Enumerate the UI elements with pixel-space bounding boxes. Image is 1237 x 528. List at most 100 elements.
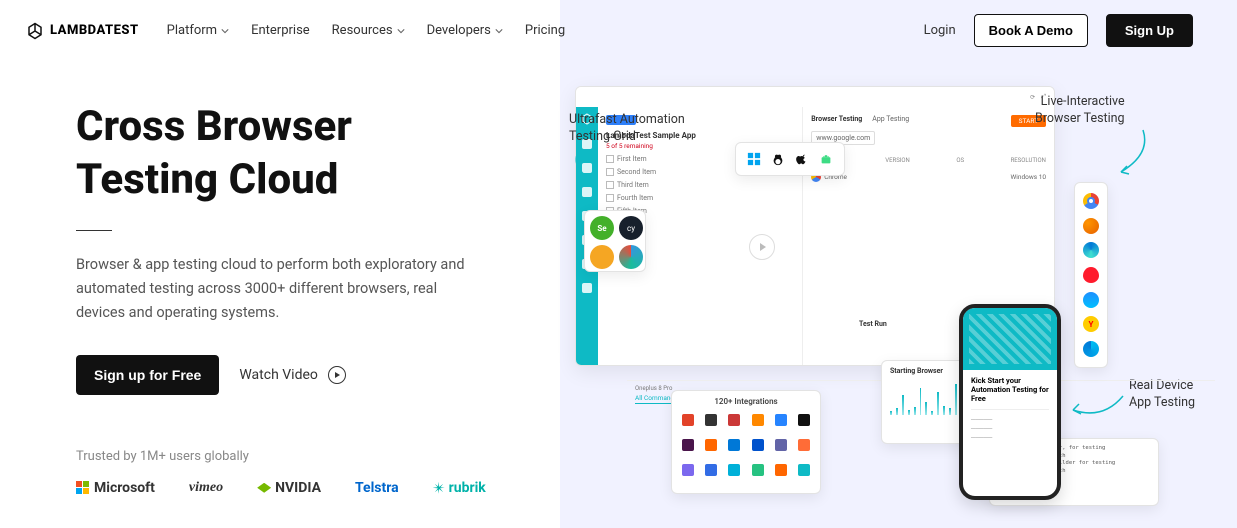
hero-title-line1: Cross Browser (76, 102, 352, 151)
watch-video-label: Watch Video (239, 367, 318, 383)
nav-pricing-label: Pricing (525, 23, 565, 38)
nvidia-label: NVIDIA (275, 480, 321, 496)
watch-video-button[interactable]: Watch Video (239, 366, 346, 384)
chart-bar (908, 410, 910, 415)
browser-strip-card (1074, 182, 1108, 368)
nav-enterprise[interactable]: Enterprise (251, 23, 310, 38)
logo-nvidia: NVIDIA (257, 480, 321, 496)
chart-bar (955, 384, 957, 415)
automation-tools-card (584, 210, 646, 272)
phone-row: ───── (971, 416, 1049, 423)
integrations-card: 120+ Integrations (671, 390, 821, 494)
microsoft-icon (76, 481, 89, 494)
arrow-icon (1113, 128, 1153, 178)
integration-icon (798, 414, 810, 426)
customer-logos-row: Microsoft vimeo NVIDIA Telstra rubrik (76, 480, 520, 496)
nvidia-icon (257, 483, 271, 493)
logo-rubrik: rubrik (433, 480, 486, 496)
callout-live-line2: Browser Testing (1035, 111, 1125, 126)
hero-divider (76, 230, 112, 231)
os-strip-card (735, 142, 845, 176)
brand-logo[interactable]: LAMBDATEST (26, 22, 139, 40)
signup-button[interactable]: Sign Up (1106, 14, 1193, 47)
list-item: Third Item (606, 181, 794, 189)
nav-developers-label: Developers (427, 23, 491, 38)
rubrik-label: rubrik (449, 480, 486, 496)
integration-icon (775, 439, 787, 451)
book-demo-button[interactable]: Book A Demo (974, 14, 1088, 47)
phone-hero-image (963, 308, 1057, 370)
nav-enterprise-label: Enterprise (251, 23, 310, 38)
nav-platform-label: Platform (167, 23, 217, 38)
tool-icon (590, 245, 614, 269)
window-toolbar: ⟳⤢ (576, 87, 1054, 107)
chart-bar (896, 408, 898, 415)
integration-icon (775, 414, 787, 426)
safari-icon (1083, 292, 1099, 308)
hero-section: Cross Browser Testing Cloud Browser & ap… (0, 61, 520, 496)
logo-microsoft: Microsoft (76, 480, 155, 496)
yandex-icon (1083, 316, 1099, 332)
chart-bar (902, 395, 904, 415)
hero-description: Browser & app testing cloud to perform b… (76, 253, 476, 325)
chart-bar (943, 406, 945, 415)
col-os: OS (956, 157, 964, 164)
sidebar-icon (582, 187, 592, 197)
chart-bar (949, 408, 951, 415)
auth-actions: Login Book A Demo Sign Up (924, 14, 1193, 47)
col-version: VERSION (885, 157, 910, 164)
integration-icon (682, 414, 694, 426)
apple-icon (795, 152, 809, 166)
firefox-icon (1083, 218, 1099, 234)
integration-icon (752, 414, 764, 426)
chart-bar (925, 402, 927, 416)
nav-pricing[interactable]: Pricing (525, 23, 565, 38)
nav-resources[interactable]: Resources (332, 23, 405, 38)
chevron-down-icon (397, 27, 405, 35)
chart-bar (931, 411, 933, 415)
linux-icon (771, 152, 785, 166)
hero-cta-row: Sign up for Free Watch Video (76, 355, 520, 395)
integration-icon (775, 464, 787, 476)
phone-mockup: Kick Start your Automation Testing for F… (959, 304, 1061, 500)
test-run-label: Test Run (859, 320, 887, 328)
chevron-down-icon (495, 27, 503, 35)
signup-free-button[interactable]: Sign up for Free (76, 355, 219, 395)
integration-icon (728, 439, 740, 451)
logo-telstra: Telstra (355, 480, 399, 496)
callout-automation-line2: Testing Grid (569, 129, 636, 144)
integrations-grid (678, 410, 814, 480)
integration-icon (752, 439, 764, 451)
phone-row: ───── (971, 434, 1049, 441)
integration-icon (705, 439, 717, 451)
list-item: Fourth Item (606, 194, 794, 202)
cypress-icon (619, 216, 643, 240)
chart-bar (914, 407, 916, 415)
login-link[interactable]: Login (924, 23, 956, 38)
chart-bar (937, 392, 939, 415)
chrome-icon (1083, 193, 1099, 209)
nav-developers[interactable]: Developers (427, 23, 503, 38)
tool-icon (619, 245, 643, 269)
callout-live-line1: Live-Interactive (1041, 94, 1125, 109)
nav-platform[interactable]: Platform (167, 23, 229, 38)
callout-automation-line1: Ultrafast Automation (569, 112, 685, 127)
selenium-icon (590, 216, 614, 240)
hero-title-line2: Testing Cloud (76, 155, 338, 204)
windows-icon (747, 152, 761, 166)
tab-app-testing: App Testing (872, 115, 909, 123)
windows-label: Windows 10 (1011, 173, 1046, 181)
hero-illustration: Ultrafast Automation Testing Grid Live-I… (575, 86, 1215, 516)
tab-browser-testing: Browser Testing (811, 115, 862, 123)
integration-icon (682, 464, 694, 476)
logo-vimeo: vimeo (189, 480, 223, 496)
callout-automation: Ultrafast Automation Testing Grid (569, 112, 685, 146)
trusted-by-text: Trusted by 1M+ users globally (76, 449, 520, 464)
callout-live: Live-Interactive Browser Testing (1035, 94, 1125, 128)
integration-icon (728, 414, 740, 426)
integration-icon (798, 464, 810, 476)
hero-title: Cross Browser Testing Cloud (76, 101, 520, 206)
rubrik-icon (433, 482, 445, 494)
integration-icon (728, 464, 740, 476)
arrow-icon (567, 148, 607, 188)
